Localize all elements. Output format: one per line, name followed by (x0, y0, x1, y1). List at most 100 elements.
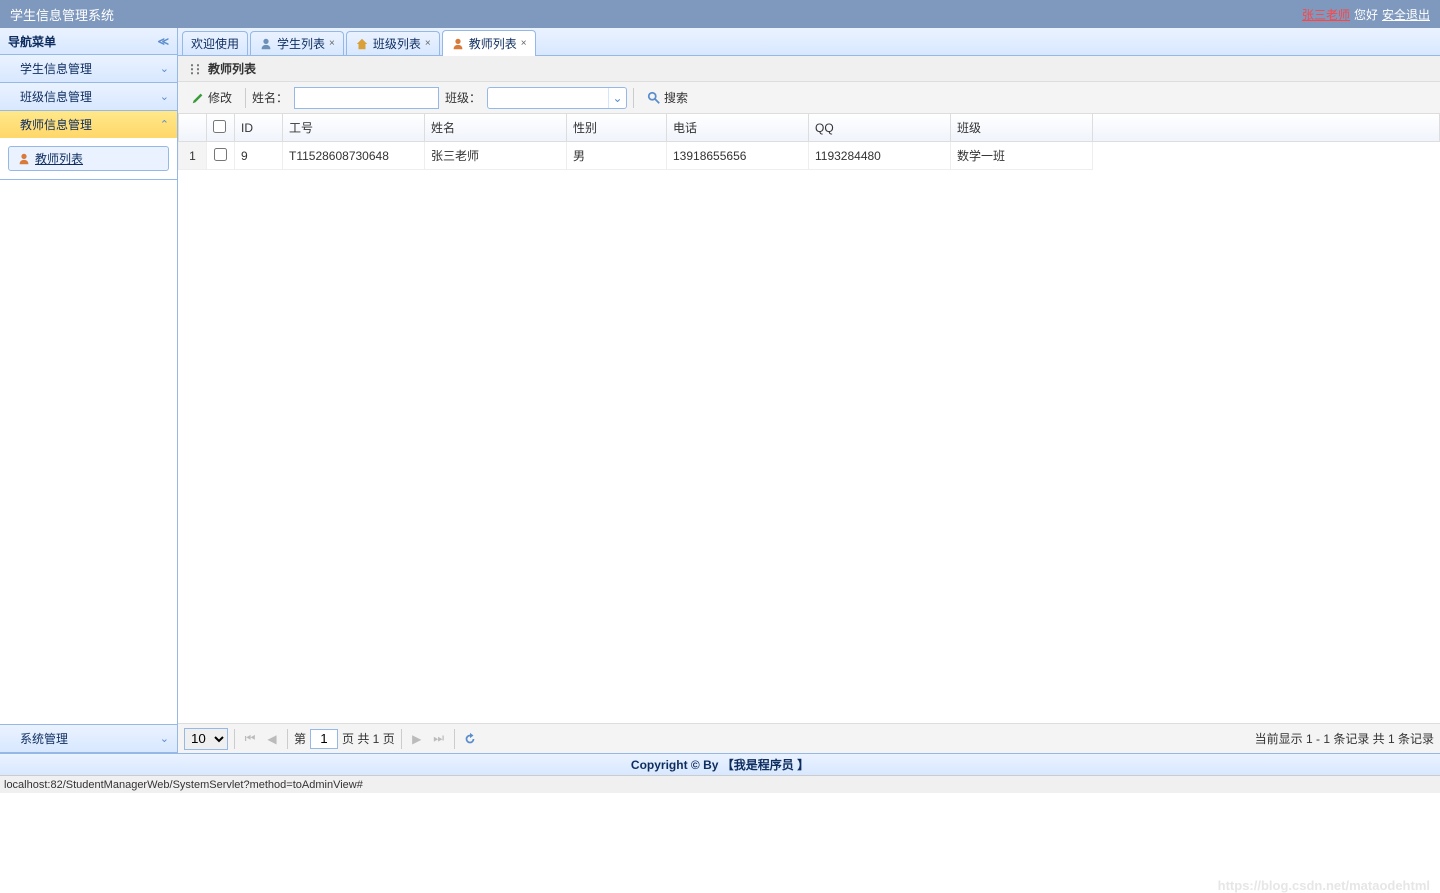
nav-link-teacher-list[interactable]: 教师列表 (8, 146, 169, 171)
header-right: 张三老师 您好 安全退出 (1302, 6, 1430, 23)
current-user[interactable]: 张三老师 (1302, 6, 1350, 23)
edit-button[interactable]: 修改 (184, 85, 239, 110)
next-page-button[interactable]: ▶ (408, 730, 426, 748)
panel-title-bar: ⋮⋮ 教师列表 (178, 56, 1440, 82)
app-header: 学生信息管理系统 张三老师 您好 安全退出 (0, 0, 1440, 28)
sidebar-group-class[interactable]: 班级信息管理 ⌄ (0, 83, 177, 111)
sidebar-group-label: 班级信息管理 (20, 88, 92, 105)
class-label: 班级： (445, 89, 481, 106)
cell-check[interactable] (207, 142, 235, 170)
col-id[interactable]: ID (235, 114, 283, 142)
close-icon[interactable]: × (329, 38, 335, 49)
page-info: 当前显示 1 - 1 条记录 共 1 条记录 (1255, 730, 1434, 747)
cell-qq: 1193284480 (809, 142, 951, 170)
user-icon (451, 37, 465, 51)
tab-teacher-list[interactable]: 教师列表 × (442, 30, 536, 56)
data-table: ID 工号 姓名 性别 电话 QQ 班级 1 9 T (178, 114, 1440, 170)
cell-name: 张三老师 (425, 142, 567, 170)
cell-sex: 男 (567, 142, 667, 170)
search-icon (647, 91, 661, 105)
first-page-button[interactable]: ⏮ (241, 730, 259, 748)
status-bar: localhost:82/StudentManagerWeb/SystemSer… (0, 775, 1440, 793)
checkbox-row[interactable] (214, 148, 227, 161)
col-sex[interactable]: 性别 (567, 114, 667, 142)
sidebar-title: 导航菜单 (8, 33, 56, 50)
pencil-icon (191, 91, 205, 105)
table-container: ID 工号 姓名 性别 电话 QQ 班级 1 9 T (178, 114, 1440, 723)
sidebar-group-label: 教师信息管理 (20, 116, 92, 133)
separator (633, 88, 634, 108)
app-title: 学生信息管理系统 (10, 5, 114, 24)
search-button[interactable]: 搜索 (640, 85, 695, 110)
logout-link[interactable]: 安全退出 (1382, 6, 1430, 23)
sidebar-header: 导航菜单 ≪ (0, 28, 177, 55)
main-layout: 导航菜单 ≪ 学生信息管理 ⌄ 班级信息管理 ⌄ 教师信息管理 ⌃ (0, 28, 1440, 753)
tab-label: 班级列表 (373, 35, 421, 52)
name-label: 姓名： (252, 89, 288, 106)
content: 欢迎使用 学生列表 × 班级列表 × 教师列表 × ⋮⋮ 教师列表 (178, 28, 1440, 753)
home-icon (355, 37, 369, 51)
sidebar: 导航菜单 ≪ 学生信息管理 ⌄ 班级信息管理 ⌄ 教师信息管理 ⌃ (0, 28, 178, 753)
cell-class: 数学一班 (951, 142, 1093, 170)
name-input[interactable] (294, 87, 439, 109)
page-suffix: 页 共 1 页 (342, 730, 395, 747)
page-size-select[interactable]: 10 (184, 728, 228, 750)
cell-sno: T11528608730648 (283, 142, 425, 170)
user-icon (17, 152, 31, 166)
tab-welcome[interactable]: 欢迎使用 (182, 31, 248, 55)
refresh-button[interactable] (461, 730, 479, 748)
tab-label: 欢迎使用 (191, 35, 239, 52)
greeting: 您好 (1354, 6, 1378, 23)
page-input[interactable] (310, 729, 338, 749)
col-tel[interactable]: 电话 (667, 114, 809, 142)
sidebar-group-system[interactable]: 系统管理 ⌄ (0, 725, 177, 753)
search-label: 搜索 (664, 89, 688, 106)
separator (234, 729, 235, 749)
last-page-button[interactable]: ⏭ (430, 730, 448, 748)
table-header-row: ID 工号 姓名 性别 电话 QQ 班级 (179, 114, 1440, 142)
col-rownum (179, 114, 207, 142)
tab-label: 教师列表 (469, 35, 517, 52)
edit-label: 修改 (208, 89, 232, 106)
cell-rownum: 1 (179, 142, 207, 170)
separator (454, 729, 455, 749)
col-class[interactable]: 班级 (951, 114, 1093, 142)
col-check-all[interactable] (207, 114, 235, 142)
collapse-icon[interactable]: ≪ (157, 35, 169, 48)
close-icon[interactable]: × (521, 38, 527, 49)
tabs-bar: 欢迎使用 学生列表 × 班级列表 × 教师列表 × (178, 28, 1440, 56)
separator (401, 729, 402, 749)
chevron-down-icon: ⌄ (160, 90, 169, 103)
close-icon[interactable]: × (425, 38, 431, 49)
chevron-down-icon[interactable]: ⌄ (608, 88, 626, 108)
sidebar-spacer (0, 180, 177, 725)
refresh-icon (463, 732, 477, 746)
user-icon (259, 37, 273, 51)
sidebar-group-teacher[interactable]: 教师信息管理 ⌃ 教师列表 (0, 111, 177, 180)
sidebar-group-student[interactable]: 学生信息管理 ⌄ (0, 55, 177, 83)
tab-class-list[interactable]: 班级列表 × (346, 31, 440, 55)
table-row[interactable]: 1 9 T11528608730648 张三老师 男 13918655656 1… (179, 142, 1440, 170)
separator (245, 88, 246, 108)
panel-title: 教师列表 (208, 60, 256, 77)
grip-icon: ⋮⋮ (186, 62, 198, 76)
sidebar-group-body: 教师列表 (0, 138, 177, 179)
page-prefix: 第 (294, 730, 306, 747)
col-sno[interactable]: 工号 (283, 114, 425, 142)
col-name[interactable]: 姓名 (425, 114, 567, 142)
sidebar-group-label: 学生信息管理 (20, 60, 92, 77)
prev-page-button[interactable]: ◀ (263, 730, 281, 748)
class-combo[interactable]: ⌄ (487, 87, 627, 109)
tab-label: 学生列表 (277, 35, 325, 52)
cell-id: 9 (235, 142, 283, 170)
separator (287, 729, 288, 749)
col-spacer (1093, 114, 1440, 142)
col-qq[interactable]: QQ (809, 114, 951, 142)
status-url: localhost:82/StudentManagerWeb/SystemSer… (4, 779, 363, 791)
pagination: 10 ⏮ ◀ 第 页 共 1 页 ▶ ⏭ 当前显示 1 - 1 条记录 共 1 … (178, 723, 1440, 753)
cell-spacer (1093, 142, 1440, 170)
tab-student-list[interactable]: 学生列表 × (250, 31, 344, 55)
checkbox-all[interactable] (213, 120, 226, 133)
watermark: https://blog.csdn.net/mataodehtml (1218, 878, 1430, 893)
chevron-up-icon: ⌃ (160, 118, 169, 131)
